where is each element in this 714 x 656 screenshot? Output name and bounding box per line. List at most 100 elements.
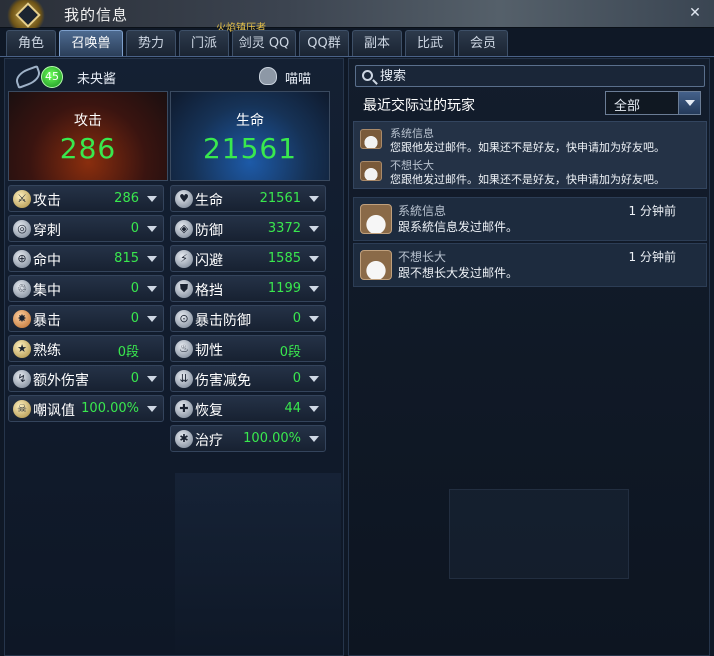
crit-defense-icon: ⊙ — [175, 310, 193, 328]
avatar-icon — [360, 250, 392, 280]
tab-divider — [0, 56, 714, 57]
tab-jianling-qq[interactable]: 剑灵 QQ — [232, 30, 296, 56]
swords-icon: ⚔ — [13, 190, 31, 208]
dropdown-arrow-icon[interactable] — [147, 226, 157, 232]
stat-row-accuracy[interactable]: ⊕ 命中 815 — [8, 245, 164, 272]
message-item[interactable]: 系統信息 1 分钟前 跟系統信息发过邮件。 — [353, 197, 707, 241]
stat-label: 伤害减免 — [195, 373, 251, 389]
message-sender: 系統信息 — [398, 204, 447, 218]
tab-dungeon[interactable]: 副本 — [352, 30, 402, 56]
stat-label: 熟练 — [33, 343, 61, 359]
dropdown-arrow-icon[interactable] — [309, 436, 319, 442]
dropdown-arrow-icon[interactable] — [147, 256, 157, 262]
stat-value: 0段 — [279, 345, 301, 360]
stat-label: 集中 — [33, 283, 61, 299]
target-icon: ⊕ — [13, 250, 31, 268]
pet-header: 45 未央酱 喵喵 — [5, 59, 343, 91]
stat-label: 暴击防御 — [195, 313, 251, 329]
dropdown-arrow-icon[interactable] — [147, 286, 157, 292]
skull-icon: ☠ — [13, 400, 31, 418]
stat-row-life[interactable]: ♥ 生命 21561 — [170, 185, 326, 212]
message-text: 跟系統信息发过邮件。 — [398, 220, 519, 234]
stat-row-damage-reduction[interactable]: ⇊ 伤害减免 0 — [170, 365, 326, 392]
dropdown-arrow-icon[interactable] — [309, 286, 319, 292]
tab-arena[interactable]: 比武 — [405, 30, 455, 56]
stat-row-pierce[interactable]: ◎ 穿刺 0 — [8, 215, 164, 242]
filter-dropdown[interactable]: 全部 — [605, 91, 701, 115]
stat-row-block[interactable]: ⛊ 格挡 1199 — [170, 275, 326, 302]
heal-icon: ✱ — [175, 430, 193, 448]
bonus-damage-icon: ↯ — [13, 370, 31, 388]
title-bar: 我的信息 火焰镇压者 ✕ — [0, 0, 714, 34]
chevron-down-icon[interactable] — [678, 92, 700, 114]
mastery-icon: ★ — [13, 340, 31, 358]
window-title: 我的信息 — [64, 6, 129, 24]
tab-member[interactable]: 会员 — [458, 30, 508, 56]
dropdown-arrow-icon[interactable] — [147, 406, 157, 412]
dodge-icon: ⚡ — [175, 250, 193, 268]
dropdown-arrow-icon[interactable] — [309, 376, 319, 382]
stat-row-heal[interactable]: ✱ 治疗 100.00% — [170, 425, 326, 452]
tab-faction[interactable]: 势力 — [126, 30, 176, 56]
search-box — [355, 65, 705, 87]
stat-label: 额外伤害 — [33, 373, 89, 389]
stat-row-taunt[interactable]: ☠ 嘲讽值 100.00% — [8, 395, 164, 422]
stat-value: 3372 — [267, 221, 301, 236]
pet-tail-icon — [13, 65, 43, 89]
stat-row-focus[interactable]: ♲ 集中 0 — [8, 275, 164, 302]
stat-value: 286 — [114, 191, 139, 206]
toughness-icon: ♨ — [175, 340, 193, 358]
dropdown-arrow-icon[interactable] — [147, 376, 157, 382]
stat-label: 穿刺 — [33, 223, 61, 239]
dropdown-arrow-icon[interactable] — [309, 316, 319, 322]
message-text: 跟不想长大发过邮件。 — [398, 266, 519, 280]
close-icon[interactable]: ✕ — [686, 4, 704, 22]
message-item[interactable]: 不想长大 1 分钟前 跟不想长大发过邮件。 — [353, 243, 707, 287]
dropdown-arrow-icon[interactable] — [309, 406, 319, 412]
avatar-icon — [360, 204, 392, 234]
notice-item[interactable]: 系统信息 您跟他发过邮件。如果还不是好友，快申请加为好友吧。 — [354, 124, 708, 156]
burst-icon: ✸ — [13, 310, 31, 328]
owner-name: 喵喵 — [285, 72, 312, 87]
notice-text: 您跟他发过邮件。如果还不是好友，快申请加为好友吧。 — [390, 173, 665, 186]
stat-row-toughness[interactable]: ♨ 韧性 0段 — [170, 335, 326, 362]
dropdown-arrow-icon[interactable] — [309, 256, 319, 262]
attack-card-label: 攻击 — [74, 113, 102, 129]
notice-item[interactable]: 不想长大 您跟他发过邮件。如果还不是好友，快申请加为好友吧。 — [354, 156, 708, 188]
stat-row-attack[interactable]: ⚔ 攻击 286 — [8, 185, 164, 212]
search-input[interactable] — [380, 68, 700, 84]
stat-value: 100.00% — [81, 401, 139, 416]
stat-value: 1585 — [267, 251, 301, 266]
notice-text: 您跟他发过邮件。如果还不是好友，快申请加为好友吧。 — [390, 141, 665, 154]
stat-label: 韧性 — [195, 343, 223, 359]
stat-value: 0 — [130, 371, 139, 386]
contacts-panel: 最近交际过的玩家 全部 系统信息 您跟他发过邮件。如果还不是好友，快申请加为好友… — [348, 58, 710, 656]
stat-label: 攻击 — [33, 193, 61, 209]
dropdown-arrow-icon[interactable] — [147, 196, 157, 202]
stat-row-crit[interactable]: ✸ 暴击 0 — [8, 305, 164, 332]
recovery-icon: ✚ — [175, 400, 193, 418]
background-artwork — [449, 489, 629, 579]
stat-row-defense[interactable]: ◈ 防御 3372 — [170, 215, 326, 242]
stat-row-dodge[interactable]: ⚡ 闪避 1585 — [170, 245, 326, 272]
dropdown-arrow-icon[interactable] — [147, 316, 157, 322]
dropdown-arrow-icon[interactable] — [309, 196, 319, 202]
stat-row-mastery[interactable]: ★ 熟练 0段 — [8, 335, 164, 362]
stat-row-crit-defense[interactable]: ⊙ 暴击防御 0 — [170, 305, 326, 332]
stat-label: 嘲讽值 — [33, 403, 75, 419]
heart-icon: ♥ — [175, 190, 193, 208]
stat-value: 21561 — [259, 191, 301, 206]
attack-card-value: 286 — [59, 132, 117, 165]
tab-summon[interactable]: 召唤兽 — [59, 30, 123, 57]
stat-row-recovery[interactable]: ✚ 恢复 44 — [170, 395, 326, 422]
life-card: 生命 21561 — [170, 91, 330, 181]
tab-qq-group[interactable]: QQ群 — [299, 30, 349, 56]
stat-label: 恢复 — [195, 403, 223, 419]
tab-sect[interactable]: 门派 — [179, 30, 229, 56]
message-sender: 不想长大 — [398, 250, 447, 264]
dropdown-arrow-icon[interactable] — [309, 226, 319, 232]
stat-row-bonus-damage[interactable]: ↯ 额外伤害 0 — [8, 365, 164, 392]
tab-character[interactable]: 角色 — [6, 30, 56, 56]
game-emblem-icon — [4, 0, 48, 28]
stat-value: 815 — [114, 251, 139, 266]
